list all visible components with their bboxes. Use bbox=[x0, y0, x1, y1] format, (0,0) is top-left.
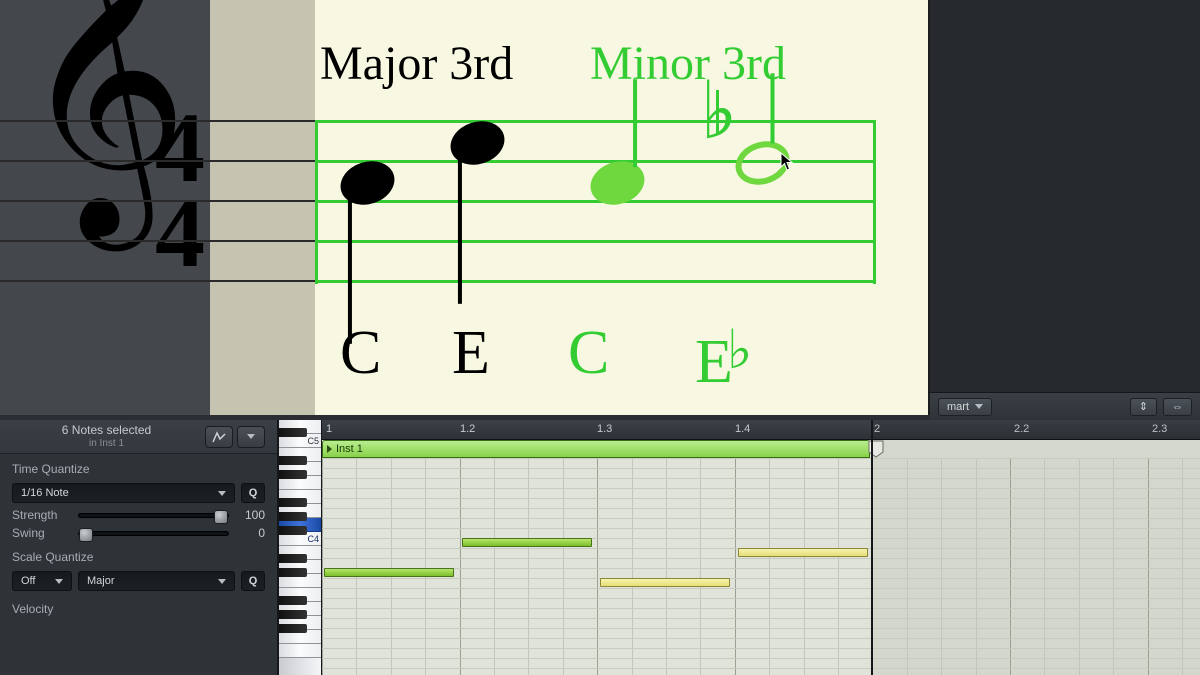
note-name-c-green: C bbox=[568, 318, 609, 389]
region-play-icon bbox=[327, 445, 332, 453]
catch-playhead-button[interactable] bbox=[237, 426, 265, 448]
link-automation-button[interactable] bbox=[205, 426, 233, 448]
midi-note[interactable] bbox=[600, 578, 730, 587]
label-minor-3rd: Minor 3rd bbox=[590, 36, 786, 91]
key-label-c5: C5 bbox=[307, 436, 319, 446]
chevron-down-icon bbox=[975, 404, 983, 409]
ruler-tick: 1 bbox=[326, 423, 332, 435]
note-name-e: E bbox=[452, 318, 490, 389]
strength-label: Strength bbox=[12, 508, 70, 522]
notation-mid-bg bbox=[210, 0, 315, 415]
piano-roll: 6 Notes selected in Inst 1 Time Quantize… bbox=[0, 420, 1200, 675]
piano-key-strip[interactable]: C5 C4 bbox=[278, 420, 322, 675]
time-quantize-title: Time Quantize bbox=[0, 454, 277, 480]
scale-quantize-apply-button[interactable]: Q bbox=[241, 571, 265, 591]
key-label-c4: C4 bbox=[307, 534, 319, 544]
piano-roll-grid[interactable]: 1 1.2 1.3 1.4 2 2.2 2.3 Inst 1 bbox=[322, 420, 1200, 675]
snap-menu[interactable]: mart bbox=[938, 398, 992, 416]
note-name-eflat-green: E♭ bbox=[695, 318, 758, 398]
velocity-title: Velocity bbox=[0, 594, 277, 620]
notes-selected-track: in Inst 1 bbox=[12, 437, 201, 450]
region-end-line bbox=[871, 420, 873, 675]
region-track-name: Inst 1 bbox=[336, 443, 363, 455]
swing-label: Swing bbox=[12, 526, 70, 540]
notation-right-dark bbox=[930, 0, 1200, 415]
zoom-vertical-button[interactable]: ⇕ bbox=[1130, 398, 1157, 416]
midi-note[interactable] bbox=[462, 538, 592, 547]
ruler-tick: 1.4 bbox=[735, 423, 750, 435]
label-major-3rd: Major 3rd bbox=[320, 36, 513, 91]
zoom-horizontal-button[interactable]: ⇔ bbox=[1163, 398, 1192, 416]
ruler-tick: 1.2 bbox=[460, 423, 475, 435]
midi-note[interactable] bbox=[324, 568, 454, 577]
quantize-value-select[interactable]: 1/16 Note bbox=[12, 483, 235, 503]
scale-quantize-onoff[interactable]: Off bbox=[12, 571, 72, 591]
region-header[interactable]: Inst 1 bbox=[322, 440, 870, 458]
swing-value: 0 bbox=[237, 526, 265, 540]
chevron-down-icon bbox=[218, 491, 226, 496]
selection-header: 6 Notes selected in Inst 1 bbox=[0, 420, 277, 454]
chevron-down-icon bbox=[218, 579, 226, 584]
grid-lines bbox=[322, 458, 1200, 675]
inspector-panel: 6 Notes selected in Inst 1 Time Quantize… bbox=[0, 420, 278, 675]
quantize-apply-button[interactable]: Q bbox=[241, 483, 265, 503]
notation-panel: 𝄞 4 4 Major 3rd Minor 3rd ♭ C E C E♭ bbox=[0, 0, 1200, 415]
midi-note[interactable] bbox=[738, 548, 868, 557]
scale-quantize-scale[interactable]: Major bbox=[78, 571, 235, 591]
piano-roll-toolbar: mart ⇕ ⇔ bbox=[930, 392, 1200, 420]
time-sig-bot: 4 bbox=[155, 190, 205, 275]
scale-quantize-title: Scale Quantize bbox=[0, 542, 277, 568]
strength-slider[interactable] bbox=[78, 513, 229, 518]
chevron-down-icon bbox=[55, 579, 63, 584]
chevron-down-icon bbox=[247, 434, 255, 439]
swing-slider[interactable] bbox=[78, 531, 229, 536]
time-signature: 4 4 bbox=[155, 105, 205, 275]
notes-selected-label: 6 Notes selected bbox=[62, 423, 151, 437]
ruler-tick: 1.3 bbox=[597, 423, 612, 435]
note-name-c: C bbox=[340, 318, 381, 389]
strength-value: 100 bbox=[237, 508, 265, 522]
